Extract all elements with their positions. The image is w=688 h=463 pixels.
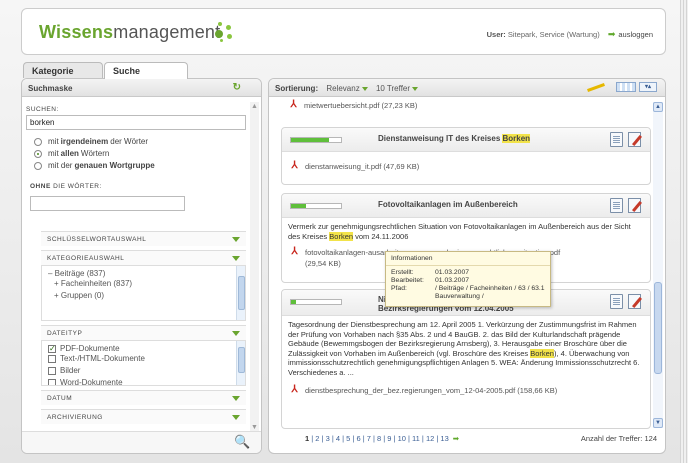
collapse-icon[interactable]: ▾▴ — [639, 82, 657, 92]
pencil-icon[interactable] — [587, 82, 605, 92]
radio-any-words[interactable]: mit irgendeinem der Wörter — [34, 137, 242, 146]
edit-icon[interactable] — [628, 198, 641, 213]
file-link[interactable]: ⅄ mietwertuebersicht.pdf (27,23 KB) — [281, 97, 651, 117]
checkbox[interactable] — [48, 378, 56, 385]
panel-title: Suchmaske — [28, 84, 73, 93]
section-keywords[interactable]: SCHLÜSSELWORTAUSWAHL — [41, 231, 246, 246]
panel-header: Suchmaske ↻ — [22, 79, 261, 97]
radio-button[interactable] — [34, 161, 42, 170]
section-filetype[interactable]: DATEITYP — [41, 325, 246, 340]
tooltip-title: Informationen — [386, 252, 550, 266]
radio-button-selected[interactable] — [34, 149, 42, 158]
list-item[interactable]: + Facheinheiten (837) — [42, 278, 245, 290]
logout-link[interactable]: ausloggen — [618, 30, 653, 39]
chevron-down-icon — [412, 86, 419, 91]
filetype-text-html[interactable]: Text-/HTML-Dokumente — [42, 353, 245, 365]
results-scrollbar[interactable]: ▲ ▼ — [653, 102, 663, 428]
chevron-down-icon — [232, 331, 240, 336]
list-item[interactable]: – Beiträge (837) — [42, 266, 245, 278]
chevron-down-icon — [232, 256, 240, 261]
relevance-bar — [290, 299, 342, 305]
chevron-down-icon — [232, 396, 240, 401]
scroll-up-icon[interactable]: ▲ — [250, 102, 259, 111]
file-link[interactable]: ⅄ dienstbesprechung_der_bez.regierungen_v… — [282, 381, 650, 402]
result-title[interactable]: Fotovoltaikanlagen im Außenbereich — [378, 200, 518, 209]
arrow-right-icon[interactable]: ➡ — [453, 434, 459, 443]
result-card: Dienstanweisung IT des Kreises Borken ⅄ d… — [281, 127, 651, 185]
section-archive[interactable]: ARCHIVIERUNG — [41, 409, 246, 424]
result-snippet: Vermerk zur genehmigungsrechtlichen Situ… — [288, 222, 631, 241]
results-toolbar: Sortierung: Relevanz 10 Treffer ▾▴ — [269, 79, 665, 97]
section-date[interactable]: DATUM — [41, 390, 246, 405]
chevron-down-icon — [361, 86, 368, 91]
result-count: Anzahl der Treffer: 124 — [580, 434, 657, 443]
result-snippet: Tagesordnung der Dienstbesprechung am 12… — [288, 320, 640, 377]
pdf-icon: ⅄ — [291, 160, 298, 171]
app-logo: Wissensmanagement — [39, 22, 221, 42]
chevron-down-icon — [232, 415, 240, 420]
scroll-up-icon[interactable]: ▲ — [653, 102, 663, 112]
view-toggle-icon[interactable] — [616, 82, 636, 92]
hits-select[interactable]: 10 Treffer — [376, 84, 419, 93]
checkbox[interactable] — [48, 366, 56, 375]
sort-select[interactable]: Relevanz — [326, 84, 368, 93]
footer-bar: 🔍 — [22, 431, 261, 453]
filetype-word[interactable]: Word-Dokumente — [42, 377, 245, 385]
list-item[interactable]: + Gruppen (0) — [42, 290, 245, 302]
document-icon[interactable] — [610, 132, 623, 147]
tab-kategorie[interactable]: Kategorie — [23, 62, 103, 78]
previous-result-fragment: ⅄ mietwertuebersicht.pdf (27,23 KB) — [281, 97, 651, 119]
pdf-icon: ⅄ — [291, 246, 298, 257]
refresh-icon[interactable]: ↻ — [233, 82, 241, 93]
chevron-down-icon — [232, 237, 240, 242]
user-info: User: Sitepark, Service (Wartung) ➡ auslo… — [486, 29, 653, 39]
results-panel: Sortierung: Relevanz 10 Treffer ▾▴ ⅄ miet… — [268, 78, 666, 454]
sort-label: Sortierung: — [275, 84, 319, 93]
search-input[interactable]: borken — [26, 115, 246, 130]
checkbox[interactable] — [48, 354, 56, 363]
result-card: NiedeBezirksregierungen vom 12.04.2005 T… — [281, 289, 651, 429]
window-edge — [680, 0, 688, 463]
radio-button[interactable] — [34, 137, 42, 146]
filetype-images[interactable]: Bilder — [42, 365, 245, 377]
category-scrollbar[interactable] — [236, 266, 245, 320]
file-link[interactable]: ⅄ dienstanweisung_it.pdf (47,69 KB) — [282, 152, 650, 178]
checkbox-checked[interactable]: ✓ — [48, 344, 56, 353]
scroll-down-icon[interactable]: ▼ — [653, 418, 663, 428]
without-words-label: OHNE DIE WÖRTER: — [30, 183, 102, 190]
green-dots-logo-icon — [212, 20, 236, 44]
tab-suche[interactable]: Suche — [104, 62, 188, 79]
arrow-right-icon: ➡ — [607, 29, 616, 39]
pagination[interactable]: 1 | 2 | 3 | 4 | 5 | 6 | 7 | 8 | 9 | 10 |… — [305, 434, 459, 443]
section-categories[interactable]: KATEGORIEAUSWAHL — [41, 250, 246, 265]
document-icon[interactable] — [610, 294, 623, 309]
scrollbar-thumb[interactable] — [654, 282, 662, 374]
edit-icon[interactable] — [628, 132, 641, 147]
without-words-input[interactable] — [30, 196, 185, 211]
result-title[interactable]: Dienstanweisung IT des Kreises Borken — [378, 134, 531, 143]
radio-exact-phrase[interactable]: mit der genauen Wortgruppe — [34, 161, 242, 170]
magnifier-icon[interactable]: 🔍 — [234, 434, 250, 450]
edit-icon[interactable] — [628, 294, 641, 309]
header-bar: Wissensmanagement User: Sitepark, Servic… — [21, 8, 666, 55]
info-tooltip: Informationen Erstellt: 01.03.2007 Bearbe… — [385, 251, 551, 307]
relevance-bar — [290, 137, 342, 143]
document-icon[interactable] — [610, 198, 623, 213]
filetype-list[interactable]: ✓ PDF-Dokumente Text-/HTML-Dokumente Bild… — [41, 340, 246, 386]
search-label: SUCHEN: — [26, 106, 59, 113]
search-mask-panel: Suchmaske ↻ SUCHEN: borken mit irgendein… — [21, 78, 262, 454]
radio-all-words[interactable]: mit allen Wörtern — [34, 149, 242, 158]
toolbar-icons: ▾▴ — [587, 82, 657, 92]
pdf-icon: ⅄ — [291, 384, 298, 395]
category-list[interactable]: – Beiträge (837) + Facheinheiten (837) +… — [41, 265, 246, 321]
left-scrollbar[interactable]: ▲ ▼ — [250, 102, 259, 432]
filetype-scrollbar[interactable] — [236, 341, 245, 385]
relevance-bar — [290, 203, 342, 209]
filetype-pdf[interactable]: ✓ PDF-Dokumente — [42, 341, 245, 353]
pdf-icon: ⅄ — [290, 99, 297, 110]
